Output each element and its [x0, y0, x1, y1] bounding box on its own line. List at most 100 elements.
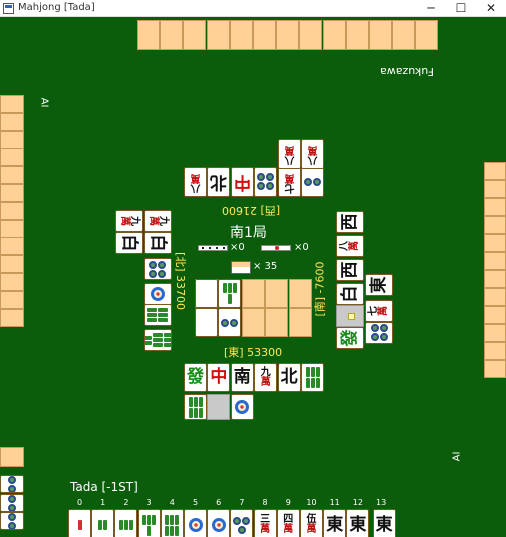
tile-back — [484, 234, 506, 252]
circle-glyph — [232, 395, 253, 419]
south-discard-tile — [301, 363, 324, 392]
tile-back — [322, 20, 346, 50]
tile-back — [0, 95, 24, 113]
west-exposed-tile — [0, 475, 24, 493]
character-glyph: 七萬 — [368, 306, 389, 316]
hand-tile[interactable] — [91, 509, 115, 537]
honor-glyph: 中 — [210, 367, 228, 387]
tile-back — [484, 198, 506, 216]
maximize-button[interactable]: ☐ — [446, 0, 476, 17]
hand-index-label: 6 — [216, 498, 222, 507]
east-discard-tile: 八萬 — [336, 235, 364, 257]
bamboo-glyph — [139, 510, 160, 537]
tile-back — [0, 290, 24, 309]
hand-tile[interactable]: 伍萬 — [300, 509, 323, 537]
west-discard-tile — [144, 329, 172, 351]
character-glyph: 八萬 — [284, 144, 295, 165]
bamboo-glyph — [92, 510, 113, 537]
east-player-label: AI — [451, 451, 463, 462]
hand-tile[interactable] — [184, 509, 207, 537]
south-player-name: Tada [-1ST] — [70, 480, 138, 494]
round-indicator: 南1局 — [230, 225, 267, 241]
west-discard-tile — [144, 258, 172, 280]
mahjong-table: Fukuzawa AI AI Tada [-1ST] 南1局 [西] 21600… — [0, 17, 506, 537]
circle-glyph — [302, 168, 323, 196]
hand-index-label: 4 — [169, 498, 175, 507]
south-discard-tile — [230, 394, 254, 420]
west-score: [北] 33700 — [174, 251, 188, 311]
north-discard-tile — [254, 167, 278, 197]
tile-back — [253, 20, 276, 50]
south-discard-tile — [184, 394, 207, 420]
west-exposed-tile — [0, 512, 24, 530]
tile-back — [484, 324, 506, 342]
hand-index-label: 1 — [100, 498, 106, 507]
character-glyph: 三萬 — [260, 514, 271, 535]
hand-tile[interactable]: 東 — [372, 509, 396, 537]
hand-tile[interactable]: 三萬 — [253, 509, 277, 537]
riichi-stick-icon — [261, 245, 291, 251]
hand-tile[interactable] — [160, 509, 184, 537]
tile-back — [484, 162, 506, 180]
riichi-marker — [348, 313, 355, 320]
honor-glyph: 發 — [187, 367, 204, 387]
hand-tile[interactable] — [230, 509, 254, 537]
hand-tile[interactable] — [137, 509, 161, 537]
honor-glyph: 白 — [148, 234, 169, 252]
tile-back — [0, 255, 24, 274]
hand-tile[interactable] — [68, 509, 91, 537]
hand-tile[interactable]: 東 — [323, 509, 347, 537]
tile-back — [484, 270, 506, 288]
west-discard-tile — [144, 304, 172, 326]
dead-wall-tile — [195, 308, 218, 337]
honor-glyph: 中 — [233, 172, 251, 193]
tile-back — [183, 20, 207, 50]
hand-tile[interactable] — [114, 509, 138, 537]
north-discard-tile: 北 — [207, 167, 231, 197]
honor-glyph: 南 — [233, 367, 251, 387]
dead-wall-tile — [241, 308, 265, 337]
honor-glyph: 白 — [119, 234, 140, 252]
character-glyph: 八萬 — [339, 241, 360, 251]
hand-index-label: 12 — [352, 498, 363, 507]
honor-glyph: 西 — [339, 261, 360, 279]
tile-back — [206, 20, 230, 50]
character-glyph: 九萬 — [119, 216, 140, 226]
west-discard-tile — [144, 283, 172, 305]
tile-back — [0, 112, 24, 131]
close-button[interactable]: ✕ — [476, 0, 506, 17]
tile-back — [484, 252, 506, 270]
dead-wall-tile — [288, 308, 312, 337]
character-glyph: 八萬 — [190, 172, 201, 193]
tile-back — [160, 20, 184, 50]
bamboo-glyph — [219, 280, 240, 307]
hand-tile[interactable]: 東 — [346, 509, 370, 537]
east-discard-tile: 西 — [336, 259, 364, 281]
north-discard-tile: 八萬 — [278, 139, 301, 169]
hand-index-label: 10 — [306, 498, 317, 507]
bamboo-glyph — [162, 510, 183, 537]
dora-indicator-tile — [218, 279, 242, 308]
honba-stick-icon — [198, 245, 228, 251]
hand-tile[interactable]: 四萬 — [276, 509, 300, 537]
north-discard-tile — [301, 167, 324, 197]
dead-wall-tile — [288, 279, 312, 308]
north-player-name: Fukuzawa — [380, 65, 434, 78]
character-glyph: 四萬 — [283, 514, 294, 535]
tile-back — [299, 20, 323, 50]
dead-wall-tile — [265, 279, 289, 308]
tile-back — [0, 184, 24, 202]
bamboo-glyph — [115, 510, 136, 537]
east-score: [南] -7600 — [313, 261, 327, 317]
wall-remaining: × 35 — [253, 261, 278, 272]
hand-tile[interactable] — [207, 509, 231, 537]
dead-wall-tile — [241, 279, 265, 308]
character-glyph: 伍萬 — [306, 514, 317, 535]
circle-glyph — [219, 309, 240, 336]
west-exposed-tile — [0, 494, 24, 512]
circle-glyph — [4, 476, 20, 492]
window-title: Mahjong [Tada] — [18, 2, 95, 13]
minimize-button[interactable]: ─ — [416, 0, 446, 17]
tile-back — [0, 447, 24, 467]
tile-back — [0, 130, 24, 149]
